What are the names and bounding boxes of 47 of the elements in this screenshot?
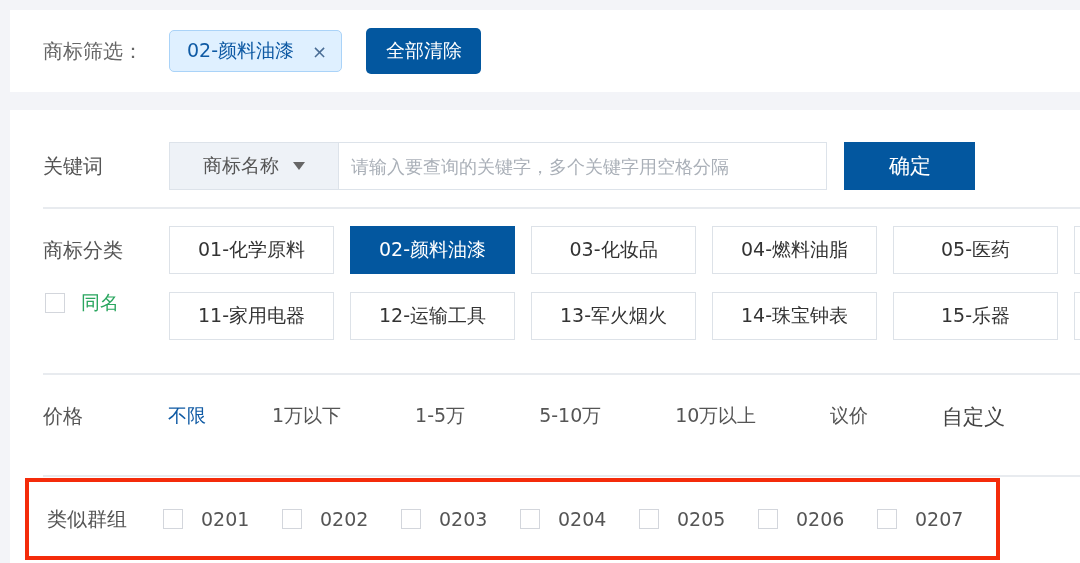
price-option[interactable]: 不限 [168, 402, 206, 431]
price-option[interactable]: 1万以下 [272, 402, 342, 431]
category-button[interactable]: 05-医药 [893, 226, 1058, 274]
checkbox[interactable] [520, 509, 540, 529]
same-name-label: 同名 [81, 290, 119, 315]
category-button[interactable]: 12-运输工具 [350, 292, 515, 340]
category-button[interactable]: 03-化妆品 [531, 226, 696, 274]
checkbox[interactable] [163, 509, 183, 529]
category-button[interactable]: 02-颜料油漆 [350, 226, 515, 274]
category-button[interactable]: 04-燃料油脂 [712, 226, 877, 274]
category-button[interactable]: 14-珠宝钟表 [712, 292, 877, 340]
price-option[interactable]: 10万以上 [675, 402, 757, 431]
category-button[interactable]: 11-家用电器 [169, 292, 334, 340]
price-option[interactable]: 5-10万 [539, 402, 602, 431]
group-code: 0205 [677, 508, 726, 530]
clear-all-button[interactable]: 全部清除 [366, 28, 482, 74]
category-button[interactable]: 13-军火烟火 [531, 292, 696, 340]
category-button[interactable]: 01-化学原料 [169, 226, 334, 274]
price-option[interactable]: 议价 [830, 402, 869, 431]
group-code: 0207 [915, 508, 964, 530]
checkbox[interactable] [758, 509, 778, 529]
dropdown-value: 商标名称 [203, 153, 279, 178]
checkbox[interactable] [877, 509, 897, 529]
filter-tag[interactable]: 02-颜料油漆 × [169, 30, 343, 72]
checkbox[interactable] [282, 509, 302, 529]
price-option[interactable]: 1-5万 [415, 402, 466, 431]
search-type-dropdown[interactable]: 商标名称 [169, 142, 339, 190]
search-field[interactable]: 请输入要查询的关键字，多个关键字用空格分隔 [339, 142, 827, 190]
filter-label: 商标筛选： [43, 37, 144, 65]
checkbox[interactable] [45, 293, 65, 313]
keyword-label: 关键词 [43, 152, 104, 180]
similar-group-label: 类似群组 [47, 505, 128, 533]
group-code: 0203 [439, 508, 488, 530]
tag-label: 02-颜料油漆 [187, 38, 295, 63]
confirm-button[interactable]: 确定 [844, 142, 975, 190]
category-label: 商标分类 [43, 237, 124, 264]
checkbox[interactable] [401, 509, 421, 529]
checkbox[interactable] [639, 509, 659, 529]
caret-icon [293, 162, 305, 170]
remove-button[interactable]: × [312, 40, 328, 62]
group-code: 0202 [320, 508, 369, 530]
category-button[interactable]: 15-乐器 [893, 292, 1058, 340]
price-option[interactable]: 自定义 [942, 402, 1006, 431]
group-code: 0206 [796, 508, 845, 530]
group-code: 0201 [201, 508, 250, 530]
group-code: 0204 [558, 508, 607, 530]
price-label: 价格 [43, 403, 84, 430]
